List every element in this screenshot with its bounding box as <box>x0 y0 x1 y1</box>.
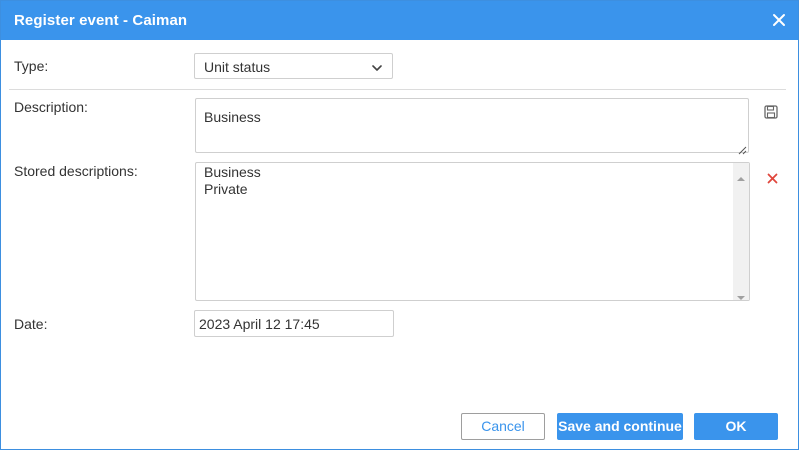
list-item[interactable]: Business <box>204 164 261 181</box>
dialog-titlebar: Register event - Caiman <box>1 1 798 40</box>
type-select[interactable]: Unit status <box>194 53 393 79</box>
delete-icon[interactable] <box>767 171 778 184</box>
stored-descriptions-label: Stored descriptions: <box>14 163 138 179</box>
date-label: Date: <box>14 316 48 332</box>
type-select-value: Unit status <box>204 59 271 75</box>
description-value: Business <box>204 109 261 125</box>
register-event-dialog: Register event - Caiman Type: Unit statu… <box>0 0 799 450</box>
list-item[interactable]: Private <box>204 181 261 198</box>
description-label: Description: <box>14 99 88 115</box>
close-icon[interactable] <box>770 11 788 29</box>
scroll-down-arrow-icon[interactable] <box>737 288 745 300</box>
type-label: Type: <box>14 58 49 74</box>
description-textarea[interactable]: Business <box>195 98 749 155</box>
stored-items-container: Business Private <box>204 164 261 198</box>
stored-descriptions-list[interactable]: Business Private <box>195 162 750 301</box>
dialog-title: Register event - Caiman <box>14 12 188 29</box>
save-icon[interactable] <box>764 105 778 119</box>
date-input[interactable]: 2023 April 12 17:45 <box>194 310 394 337</box>
date-value: 2023 April 12 17:45 <box>199 316 320 332</box>
listbox-scrollbar[interactable] <box>733 163 749 300</box>
resize-grip-icon[interactable] <box>738 142 747 155</box>
chevron-down-icon <box>371 61 383 73</box>
section-divider <box>9 89 786 90</box>
save-and-continue-button[interactable]: Save and continue <box>557 413 683 440</box>
scroll-up-arrow-icon[interactable] <box>737 169 745 181</box>
ok-button[interactable]: OK <box>694 413 778 440</box>
cancel-button[interactable]: Cancel <box>461 413 545 440</box>
